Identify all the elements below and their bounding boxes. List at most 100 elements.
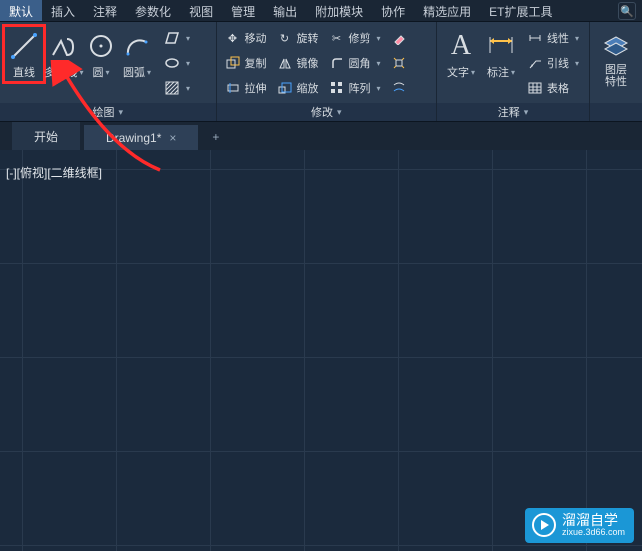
menu-addins[interactable]: 附加模块 bbox=[306, 0, 372, 21]
line-label: 直线 bbox=[13, 64, 35, 80]
linear-icon bbox=[527, 30, 543, 46]
layer-properties-button[interactable]: 图层 特性 bbox=[594, 26, 638, 90]
mirror-button[interactable]: 镜像 bbox=[273, 51, 323, 75]
fillet-button[interactable]: 圆角▾ bbox=[325, 51, 385, 75]
trim-button[interactable]: ✂修剪▾ bbox=[325, 26, 385, 50]
menubar: 默认 插入 注释 参数化 视图 管理 输出 附加模块 协作 精选应用 ET扩展工… bbox=[0, 0, 642, 22]
table-button[interactable]: 表格 bbox=[523, 76, 583, 100]
menu-collaborate[interactable]: 协作 bbox=[372, 0, 414, 21]
watermark: 溜溜自学 zixue.3d66.com bbox=[525, 508, 634, 543]
circle-label: 圆 bbox=[92, 64, 103, 80]
erase-icon bbox=[391, 30, 407, 46]
copy-button[interactable]: 复制 bbox=[221, 51, 271, 75]
chevron-down-icon: ▾ bbox=[186, 59, 190, 68]
ellipse-button[interactable]: ▾ bbox=[160, 51, 194, 75]
chevron-down-icon: ▾ bbox=[337, 107, 342, 118]
stretch-icon bbox=[225, 80, 241, 96]
leader-icon bbox=[527, 55, 543, 71]
polyline-button[interactable]: 多段线▾ bbox=[44, 26, 84, 82]
ellipse-icon bbox=[164, 55, 180, 71]
ribbon-group-modify: ✥移动 复制 拉伸 ↻旋转 镜像 缩放 ✂修剪▾ 圆角▾ 阵列▾ 修改▾ bbox=[217, 22, 438, 121]
menu-featured-apps[interactable]: 精选应用 bbox=[414, 0, 480, 21]
watermark-name: 溜溜自学 bbox=[562, 513, 625, 528]
close-icon[interactable]: × bbox=[169, 131, 176, 145]
menu-view[interactable]: 视图 bbox=[180, 0, 222, 21]
fillet-icon bbox=[329, 55, 345, 71]
play-icon bbox=[532, 513, 556, 537]
chevron-down-icon: ▾ bbox=[377, 34, 381, 43]
chevron-down-icon: ▾ bbox=[471, 68, 475, 77]
menu-manage[interactable]: 管理 bbox=[222, 0, 264, 21]
watermark-url: zixue.3d66.com bbox=[562, 528, 625, 538]
menu-default[interactable]: 默认 bbox=[0, 0, 42, 21]
chevron-down-icon: ▾ bbox=[79, 68, 83, 77]
draw-group-title[interactable]: 绘图▾ bbox=[0, 103, 216, 121]
layer-properties-icon bbox=[600, 28, 632, 64]
table-icon bbox=[527, 80, 543, 96]
array-button[interactable]: 阵列▾ bbox=[325, 76, 385, 100]
move-icon: ✥ bbox=[225, 30, 241, 46]
rectangle-icon bbox=[164, 30, 180, 46]
copy-icon bbox=[225, 55, 241, 71]
arc-label: 圆弧 bbox=[123, 64, 145, 80]
linear-dim-button[interactable]: 线性▾ bbox=[523, 26, 583, 50]
move-button[interactable]: ✥移动 bbox=[221, 26, 271, 50]
chevron-down-icon: ▾ bbox=[119, 107, 124, 118]
chevron-down-icon: ▾ bbox=[524, 107, 529, 118]
scale-button[interactable]: 缩放 bbox=[273, 76, 323, 100]
mirror-icon bbox=[277, 55, 293, 71]
text-button[interactable]: A 文字▾ bbox=[441, 26, 481, 82]
ribbon: 直线 多段线▾ 圆▾ 圆弧▾ ▾ bbox=[0, 22, 642, 122]
menu-annotate[interactable]: 注释 bbox=[84, 0, 126, 21]
chevron-down-icon: ▾ bbox=[377, 84, 381, 93]
layer-group-title bbox=[590, 103, 642, 121]
erase-button[interactable] bbox=[387, 26, 411, 50]
document-tab-row: 开始 Drawing1* × + bbox=[0, 122, 642, 150]
annotation-group-title[interactable]: 注释▾ bbox=[437, 103, 589, 121]
chevron-down-icon: ▾ bbox=[377, 59, 381, 68]
circle-icon bbox=[85, 28, 117, 64]
dimension-icon bbox=[485, 28, 517, 64]
rectangle-button[interactable]: ▾ bbox=[160, 26, 194, 50]
rotate-button[interactable]: ↻旋转 bbox=[273, 26, 323, 50]
menu-output[interactable]: 输出 bbox=[264, 0, 306, 21]
viewport-label[interactable]: [-][俯视][二维线框] bbox=[6, 164, 102, 181]
menu-et-tools[interactable]: ET扩展工具 bbox=[480, 0, 561, 21]
text-icon: A bbox=[445, 28, 477, 64]
menu-insert[interactable]: 插入 bbox=[42, 0, 84, 21]
offset-button[interactable] bbox=[387, 76, 411, 100]
drawing-canvas[interactable]: [-][俯视][二维线框] bbox=[0, 150, 642, 551]
offset-icon bbox=[391, 80, 407, 96]
rotate-icon: ↻ bbox=[277, 30, 293, 46]
trim-icon: ✂ bbox=[329, 30, 345, 46]
line-icon bbox=[8, 28, 40, 64]
circle-button[interactable]: 圆▾ bbox=[84, 26, 118, 82]
tab-drawing1-label: Drawing1* bbox=[106, 131, 161, 145]
polyline-label: 多段线 bbox=[44, 64, 77, 80]
menu-parametric[interactable]: 参数化 bbox=[126, 0, 180, 21]
stretch-button[interactable]: 拉伸 bbox=[221, 76, 271, 100]
chevron-down-icon: ▾ bbox=[575, 59, 579, 68]
arc-icon bbox=[121, 28, 153, 64]
explode-button[interactable] bbox=[387, 51, 411, 75]
tab-start[interactable]: 开始 bbox=[12, 122, 80, 150]
arc-button[interactable]: 圆弧▾ bbox=[118, 26, 156, 82]
chevron-down-icon: ▾ bbox=[575, 34, 579, 43]
ribbon-group-annotation: A 文字▾ 标注▾ 线性▾ 引线▾ 表格 注释▾ bbox=[437, 22, 590, 121]
tab-drawing1[interactable]: Drawing1* × bbox=[84, 125, 198, 150]
leader-button[interactable]: 引线▾ bbox=[523, 51, 583, 75]
chevron-down-icon: ▾ bbox=[105, 68, 109, 77]
layer-properties-label: 图层 特性 bbox=[605, 64, 627, 88]
ribbon-group-layer: 图层 特性 bbox=[590, 22, 642, 121]
tab-new-button[interactable]: + bbox=[202, 124, 229, 150]
draw-small-tools: ▾ ▾ ▾ bbox=[160, 26, 194, 100]
chevron-down-icon: ▾ bbox=[147, 68, 151, 77]
chevron-down-icon: ▾ bbox=[511, 68, 515, 77]
line-button[interactable]: 直线 bbox=[4, 26, 44, 82]
hatch-button[interactable]: ▾ bbox=[160, 76, 194, 100]
hatch-icon bbox=[164, 80, 180, 96]
dimension-button[interactable]: 标注▾ bbox=[481, 26, 521, 82]
search-icon[interactable]: 🔍 bbox=[618, 2, 636, 20]
array-icon bbox=[329, 80, 345, 96]
modify-group-title[interactable]: 修改▾ bbox=[217, 103, 437, 121]
